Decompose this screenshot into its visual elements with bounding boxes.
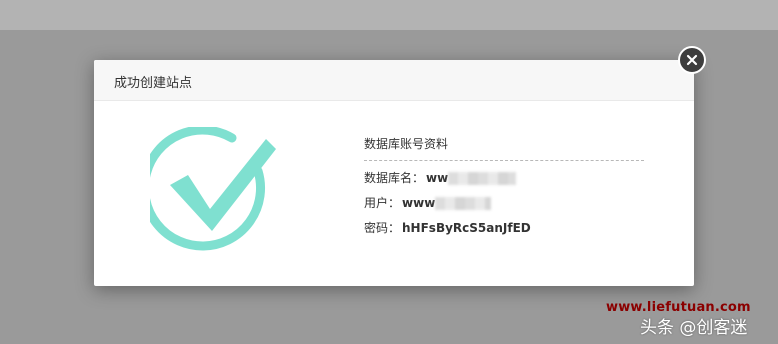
watermark-brand: 头条 @创客迷 <box>640 318 748 338</box>
db-name-row: 数据库名： ww <box>364 170 644 186</box>
checkmark-circle-icon <box>150 127 276 251</box>
db-name-label: 数据库名： <box>364 171 425 185</box>
redacted-db-name <box>448 172 517 185</box>
user-row: 用户： www <box>364 195 644 211</box>
background-top-band <box>0 0 778 30</box>
redacted-user <box>435 197 492 210</box>
database-info-panel: 数据库账号资料 数据库名： ww 用户： www 密码： hHFsByRcS5anJf… <box>364 136 644 236</box>
user-label: 用户： <box>364 196 401 210</box>
password-row: 密码： hHFsByRcS5anJfED <box>364 220 644 236</box>
password-value[interactable]: hHFsByRcS5anJfED <box>402 221 531 235</box>
info-title: 数据库账号资料 <box>364 137 449 151</box>
dialog-title: 成功创建站点 <box>114 76 193 91</box>
info-divider <box>364 160 644 161</box>
password-label: 密码： <box>364 221 401 235</box>
dialog-header: 成功创建站点 <box>94 60 694 101</box>
user-value[interactable]: www <box>402 196 435 210</box>
close-icon <box>686 54 698 66</box>
site-created-dialog: 成功创建站点 数据库账号资料 数据库名： ww 用户： www 密码： hHFsByR… <box>94 60 694 286</box>
close-button[interactable] <box>678 46 706 74</box>
db-name-value[interactable]: ww <box>426 171 448 185</box>
